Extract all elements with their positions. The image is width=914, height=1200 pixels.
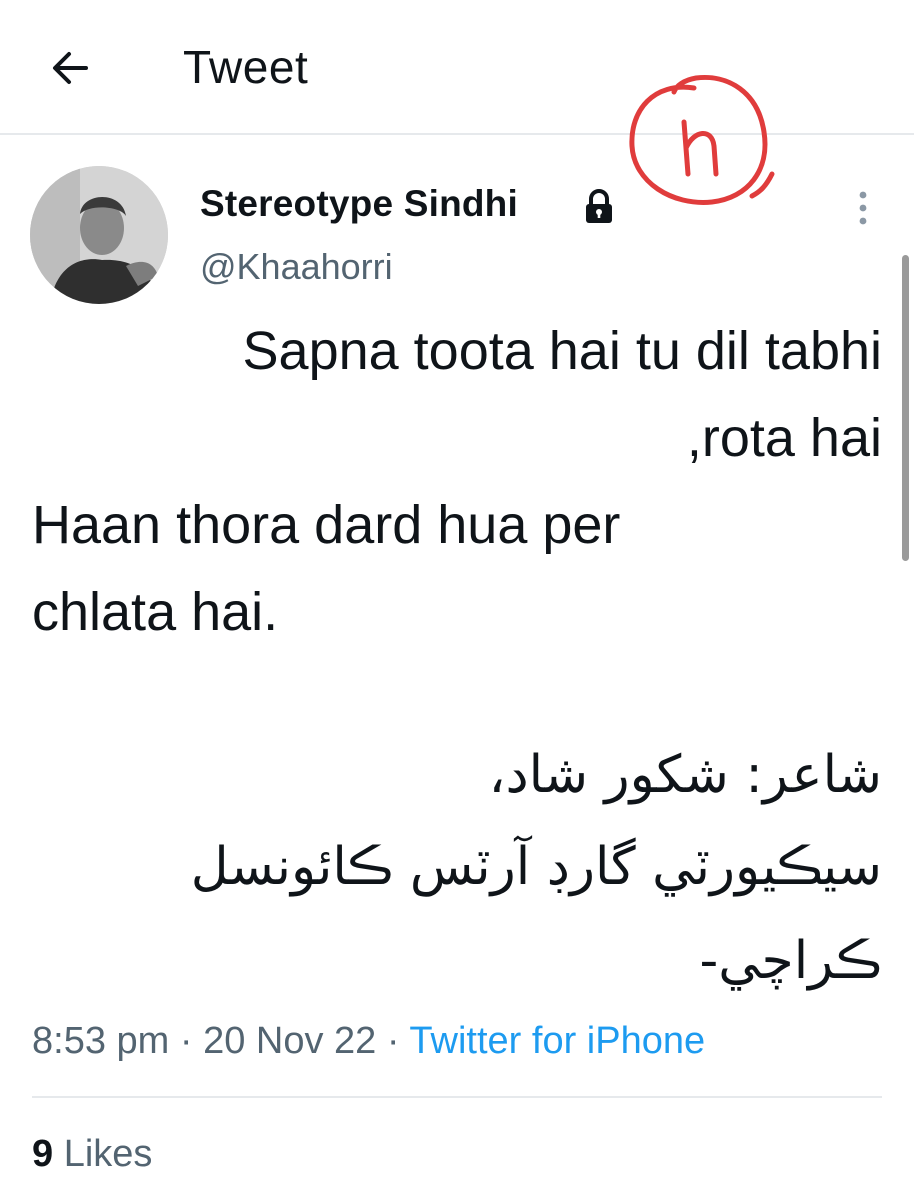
stats-divider [32,1096,882,1098]
tweet-text-line: ,rota hai [686,408,882,468]
avatar-photo [30,166,168,304]
vertical-ellipsis-icon[interactable] [846,186,880,230]
tweet-date[interactable]: 20 Nov 22 [203,1020,376,1062]
tweet-rtl-text-line: سيڪيورٽي گارڊ آرٽس ڪائونسل [190,837,882,897]
top-bar: Tweet [0,0,914,135]
lock-icon [586,189,612,223]
tweet-time[interactable]: 8:53 pm [32,1020,169,1062]
arrow-left-icon[interactable] [44,40,100,96]
separator-dot: · [386,1020,400,1062]
page-title: Tweet [183,41,309,93]
tweet-text-line: chlata hai. [32,582,279,642]
tweet-text-line: Haan thora dard hua per [32,495,621,555]
tweet-rtl-text-line: شاعر: شکور شاد، [488,745,882,805]
scrollbar[interactable] [902,255,909,561]
tweet-metadata: 8:53 pm · 20 Nov 22 · Twitter for iPhone [32,1020,705,1063]
handwritten-circle-annotation [629,74,775,205]
likes-label: Likes [63,1133,153,1175]
tweet-text-line: Sapna toota hai tu dil tabhi [242,321,882,381]
avatar[interactable] [30,166,168,304]
likes-count: 9 [32,1133,54,1175]
header-divider [0,133,914,135]
author-name[interactable]: Stereotype Sindhi [200,183,518,225]
author-handle[interactable]: @Khaahorri [200,246,393,288]
tweet-source-link[interactable]: Twitter for iPhone [409,1020,705,1062]
separator-dot: · [179,1020,193,1062]
likes-stat[interactable]: 9 Likes [32,1133,152,1176]
tweet-rtl-text-line: ڪراچي- [699,931,882,991]
